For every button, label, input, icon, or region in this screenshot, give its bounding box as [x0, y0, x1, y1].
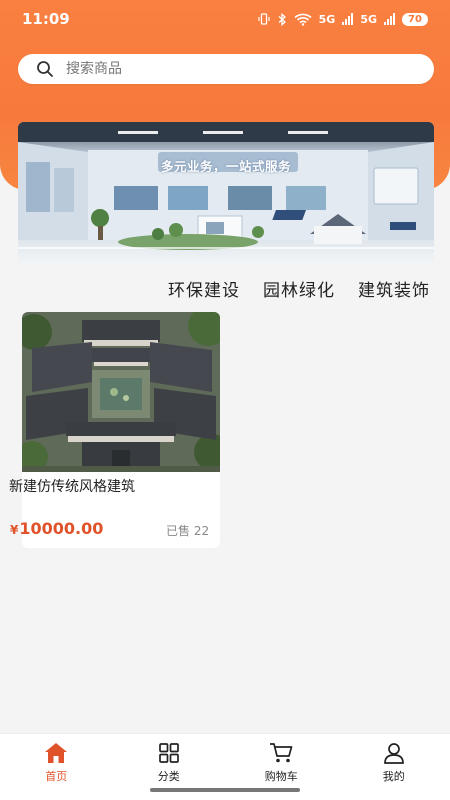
status-icons: 5G 5G 70 [258, 12, 428, 26]
tab-category-label: 分类 [157, 770, 180, 783]
tab-home[interactable]: 首页 [0, 734, 113, 800]
bluetooth-icon [278, 12, 286, 26]
user-icon [383, 743, 404, 764]
banner-title: 多元业务，一站式服务 [160, 159, 291, 174]
product-price: ¥10000.00 [10, 519, 103, 538]
banner-image [18, 122, 434, 265]
cart-icon [270, 743, 293, 763]
sold-count: 已售 22 [166, 524, 210, 538]
tab-profile-label: 我的 [382, 770, 405, 783]
price-value: 10000.00 [19, 519, 104, 538]
product-card[interactable] [22, 312, 220, 548]
home-icon [45, 743, 68, 763]
category-decoration[interactable]: 建筑装饰 [358, 276, 430, 301]
tab-cart-label: 购物车 [264, 770, 298, 783]
product-name: 新建仿传统风格建筑 [9, 479, 135, 495]
search-bar[interactable] [18, 54, 434, 84]
signal-icon [342, 13, 354, 25]
currency-symbol: ¥ [10, 523, 19, 537]
category-landscaping[interactable]: 园林绿化 [263, 276, 335, 301]
category-environmental[interactable]: 环保建设 [168, 276, 240, 301]
vibrate-icon [258, 13, 270, 25]
status-bar: 11:09 5G 5G 70 [0, 0, 450, 38]
network-label-1: 5G [318, 12, 336, 26]
battery-icon: 70 [402, 12, 428, 26]
tab-home-label: 首页 [45, 770, 68, 783]
search-icon [37, 61, 53, 77]
product-image [22, 312, 220, 472]
status-time: 11:09 [22, 10, 70, 28]
network-label-2: 5G [360, 12, 377, 26]
wifi-icon [294, 13, 312, 26]
grid-icon [158, 743, 179, 763]
search-input[interactable] [66, 61, 434, 77]
home-indicator[interactable] [150, 788, 300, 792]
category-row: 环保建设 园林绿化 建筑装饰 [0, 276, 450, 301]
tab-profile[interactable]: 我的 [338, 734, 450, 800]
promo-banner[interactable]: 多元业务，一站式服务 [18, 122, 434, 265]
signal-icon-2 [384, 13, 395, 25]
